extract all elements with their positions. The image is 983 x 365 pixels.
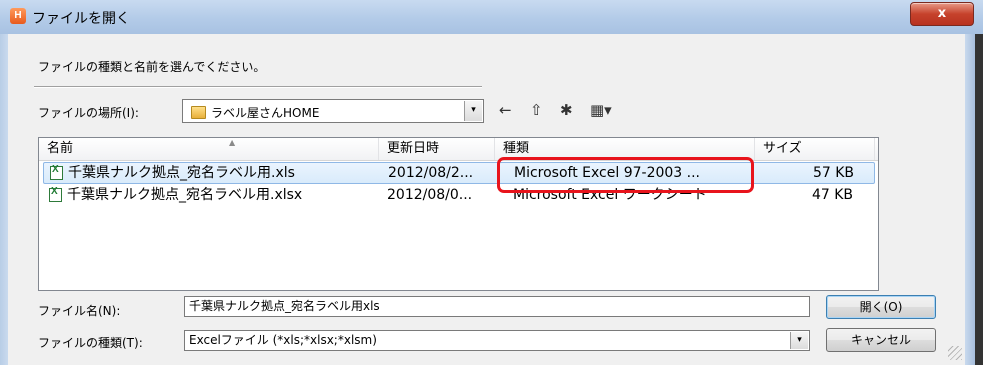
file-size: 47 KB [811,187,853,203]
file-row-xls[interactable]: 千葉県ナルク拠点_宛名ラベル用.xls 2012/08/2... Microso… [43,162,875,184]
open-file-dialog: H ファイルを開く x ファイルの種類と名前を選んでください。 ファイルの場所(… [0,0,983,365]
location-combo[interactable]: ラベル屋さんHOME ▾ [182,99,484,123]
file-type: Microsoft Excel 97-2003 ... [514,165,700,181]
file-list[interactable]: 名前 ▲ 更新日時 種類 サイズ 千葉県ナルク拠点_宛名ラベル用.xls 201… [38,137,879,291]
close-button[interactable]: x [910,2,974,26]
file-size: 57 KB [812,165,854,181]
open-button[interactable]: 開く(O) [826,295,936,319]
view-menu-icon[interactable]: ▦▾ [590,100,612,120]
sort-ascending-icon: ▲ [229,138,236,147]
instruction-divider [34,86,482,88]
window-frame-left [0,34,8,365]
folder-icon [191,106,206,119]
new-folder-icon[interactable]: ✱ [560,100,573,120]
filetype-dropdown-arrow[interactable]: ▾ [790,332,808,349]
back-icon[interactable]: ← [499,100,512,120]
excel-file-icon [49,186,62,202]
location-value: ラベル屋さんHOME [211,106,320,120]
app-icon: H [10,8,26,24]
filename-label: ファイル名(N): [38,304,121,318]
title-bar[interactable]: H ファイルを開く x [0,0,983,35]
filetype-select[interactable]: Excelファイル (*xls;*xlsx;*xlsm) ▾ [184,330,810,351]
file-name: 千葉県ナルク拠点_宛名ラベル用.xls [68,165,295,181]
instruction-text: ファイルの種類と名前を選んでください。 [38,60,266,74]
file-name: 千葉県ナルク拠点_宛名ラベル用.xlsx [67,187,303,203]
location-dropdown-arrow[interactable]: ▾ [464,101,482,121]
column-name[interactable]: 名前 [39,138,379,160]
filename-input[interactable]: 千葉県ナルク拠点_宛名ラベル用xls [184,296,810,317]
excel-file-icon [50,164,63,180]
window-frame-edge [975,34,983,365]
cancel-button[interactable]: キャンセル [826,328,936,352]
column-size[interactable]: サイズ [755,138,875,160]
location-label: ファイルの場所(I): [38,106,139,120]
up-folder-icon[interactable]: ⇧ [530,100,543,120]
column-date[interactable]: 更新日時 [379,138,495,160]
file-date: 2012/08/2... [388,165,474,181]
column-type[interactable]: 種類 [495,138,755,160]
window-title: ファイルを開く [32,11,130,27]
window-frame-right [965,34,975,365]
list-header: 名前 ▲ 更新日時 種類 サイズ [39,138,878,161]
resize-grip[interactable] [948,346,962,360]
file-row-xlsx[interactable]: 千葉県ナルク拠点_宛名ラベル用.xlsx 2012/08/0... Micros… [43,185,875,207]
filetype-value: Excelファイル (*xls;*xlsx;*xlsm) [189,333,377,347]
file-type: Microsoft Excel ワークシート [513,187,707,203]
filetype-label: ファイルの種類(T): [38,336,143,350]
file-date: 2012/08/0... [387,187,473,203]
